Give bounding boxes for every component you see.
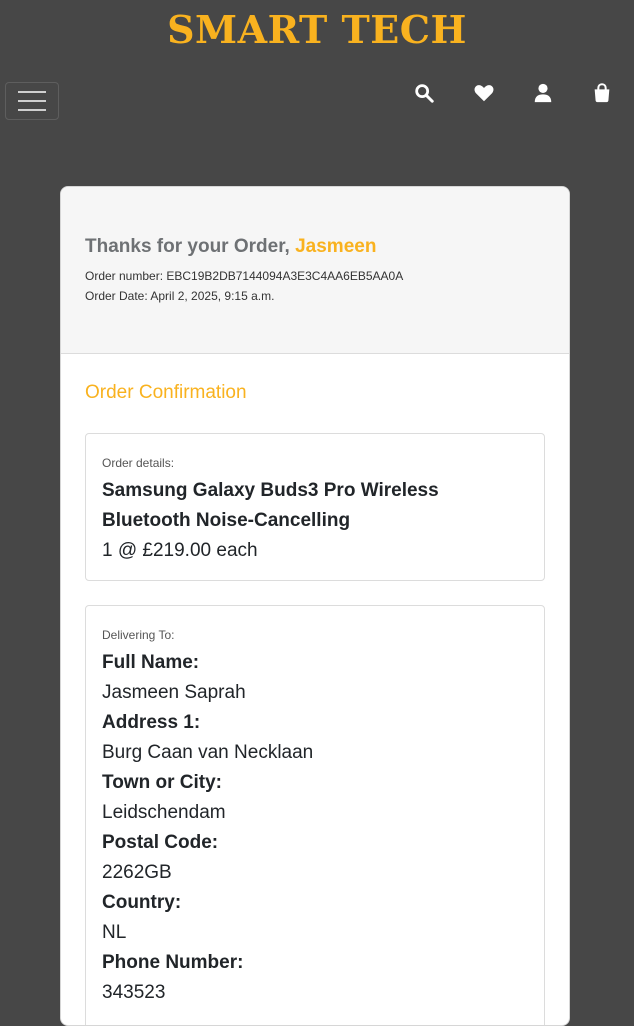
- card-header: Thanks for your Order, Jasmeen Order num…: [61, 187, 569, 354]
- section-title: Order Confirmation: [85, 382, 247, 403]
- menu-bar: [18, 91, 46, 93]
- thanks-heading: Thanks for your Order, Jasmeen: [85, 236, 376, 258]
- customer-name: Jasmeen: [295, 236, 377, 257]
- phone-value: 343523: [102, 982, 166, 1003]
- order-details-box: Order details: Samsung Galaxy Buds3 Pro …: [85, 433, 545, 581]
- menu-bar: [18, 100, 46, 102]
- order-details-label: Order details:: [102, 456, 175, 470]
- delivery-box: Delivering To: Full Name: Jasmeen Saprah…: [85, 605, 545, 1025]
- country-value: NL: [102, 922, 127, 943]
- heart-icon[interactable]: [473, 82, 495, 104]
- quantity-price: 1 @ £219.00 each: [102, 540, 258, 561]
- town-value: Leidschendam: [102, 802, 226, 823]
- shopping-bag-icon[interactable]: [591, 82, 613, 104]
- postal-code-value: 2262GB: [102, 862, 172, 883]
- order-date: Order Date: April 2, 2025, 9:15 a.m.: [85, 289, 275, 303]
- search-icon[interactable]: [413, 82, 435, 104]
- field-label: Phone Number:: [102, 952, 244, 973]
- field-label: Postal Code:: [102, 832, 219, 853]
- field-label: Town or City:: [102, 772, 222, 793]
- order-confirmation-card: Thanks for your Order, Jasmeen Order num…: [60, 186, 570, 1026]
- user-icon[interactable]: [532, 82, 554, 104]
- delivery-label: Delivering To:: [102, 628, 175, 642]
- menu-bar: [18, 109, 46, 111]
- address-value: Burg Caan van Necklaan: [102, 742, 314, 763]
- order-number: Order number: EBC19B2DB7144094A3E3C4AA6E…: [85, 269, 404, 283]
- site-logo[interactable]: SMART TECH: [0, 8, 634, 52]
- full-name-value: Jasmeen Saprah: [102, 682, 246, 703]
- field-label: Country:: [102, 892, 182, 913]
- field-label: Address 1:: [102, 712, 201, 733]
- thanks-text: Thanks for your Order,: [85, 236, 290, 257]
- menu-toggle-button[interactable]: [5, 82, 59, 120]
- field-label: Full Name:: [102, 652, 200, 673]
- product-name: Samsung Galaxy Buds3 Pro Wireless Blueto…: [102, 480, 439, 531]
